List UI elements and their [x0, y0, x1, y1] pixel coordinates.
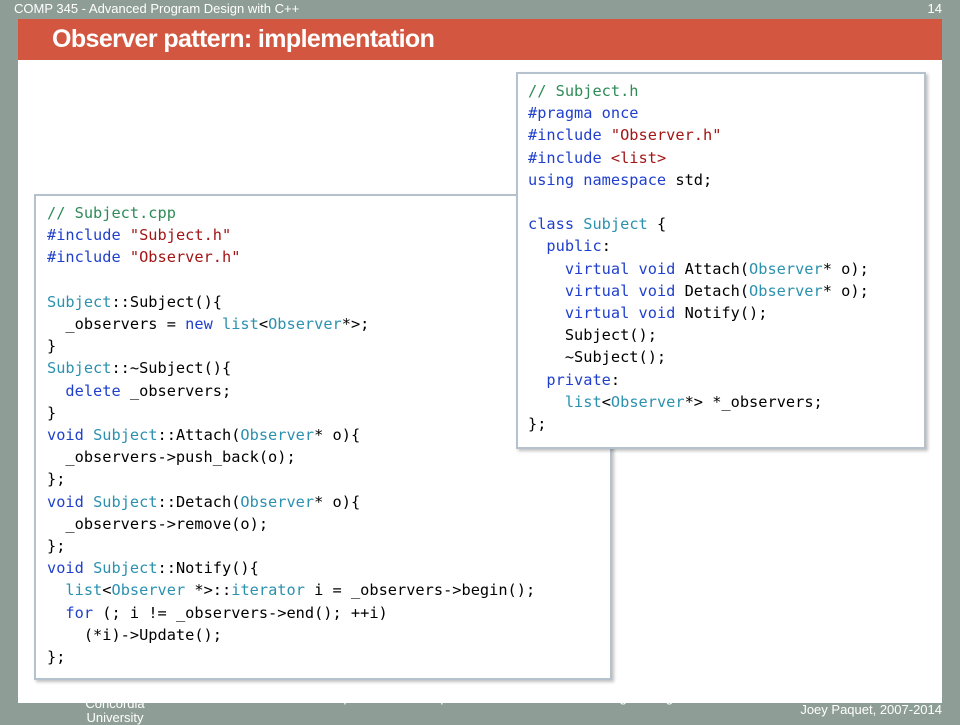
code-line: virtual void Notify();	[564, 304, 768, 323]
code-line: void Subject::Attach(Observer* o){	[47, 426, 361, 445]
code-line: using namespace std;	[528, 170, 713, 189]
slide-page-number: 14	[927, 1, 942, 16]
code-line: (*i)->Update();	[47, 625, 222, 644]
code-line: list<Observer *>::iterator i = _observer…	[65, 581, 536, 600]
code-line: _observers->remove(o);	[47, 514, 269, 533]
code-line: virtual void Detach(Observer* o);	[564, 281, 869, 300]
code-line: };	[47, 648, 66, 667]
footer-university: Concordia University	[85, 696, 145, 725]
code-line: _observers->push_back(o);	[47, 448, 296, 467]
code-line: }	[47, 403, 57, 422]
code-line: private:	[546, 370, 621, 389]
footer-department: Department of Computer Science and Softw…	[326, 690, 674, 705]
code-line: #include <list>	[528, 148, 667, 167]
code-line: // Subject.cpp	[47, 204, 176, 222]
code-line: ~Subject();	[528, 348, 667, 367]
code-line: Subject();	[528, 326, 657, 345]
code-line: };	[47, 537, 66, 556]
code-line: };	[47, 470, 66, 489]
code-line: Subject::~Subject(){	[47, 359, 232, 378]
footer-author: Joey Paquet, 2007-2014	[800, 702, 942, 717]
code-box-subject-h: // Subject.h #pragma once #include "Obse…	[516, 72, 926, 449]
code-line: public:	[546, 237, 611, 256]
code-line: list<Observer*> *_observers;	[564, 392, 823, 411]
code-line: void Subject::Detach(Observer* o){	[47, 492, 361, 511]
slide-header-course: COMP 345 - Advanced Program Design with …	[14, 1, 300, 16]
code-line: #include "Subject.h"	[47, 226, 232, 245]
code-line: void Subject::Notify(){	[47, 559, 259, 578]
code-line: delete _observers;	[65, 381, 232, 400]
code-line: class Subject {	[528, 215, 667, 234]
code-line: for (; i != _observers->end(); ++i)	[65, 603, 388, 622]
code-line: };	[528, 415, 547, 434]
title-bar: Observer pattern: implementation	[18, 19, 942, 60]
code-block-subject-cpp: // Subject.cpp #include "Subject.h" #inc…	[47, 202, 535, 668]
code-line: #pragma once	[528, 104, 639, 123]
code-line: virtual void Attach(Observer* o);	[564, 259, 869, 278]
code-line: #include "Observer.h"	[47, 248, 241, 267]
code-block-subject-h: // Subject.h #pragma once #include "Obse…	[528, 80, 869, 435]
slide-title: Observer pattern: implementation	[52, 25, 435, 53]
code-line: #include "Observer.h"	[528, 126, 722, 145]
code-line: // Subject.h	[528, 82, 639, 100]
code-line: _observers = new list<Observer*>;	[47, 315, 370, 334]
code-line: Subject::Subject(){	[47, 292, 222, 311]
code-line: }	[47, 337, 57, 356]
